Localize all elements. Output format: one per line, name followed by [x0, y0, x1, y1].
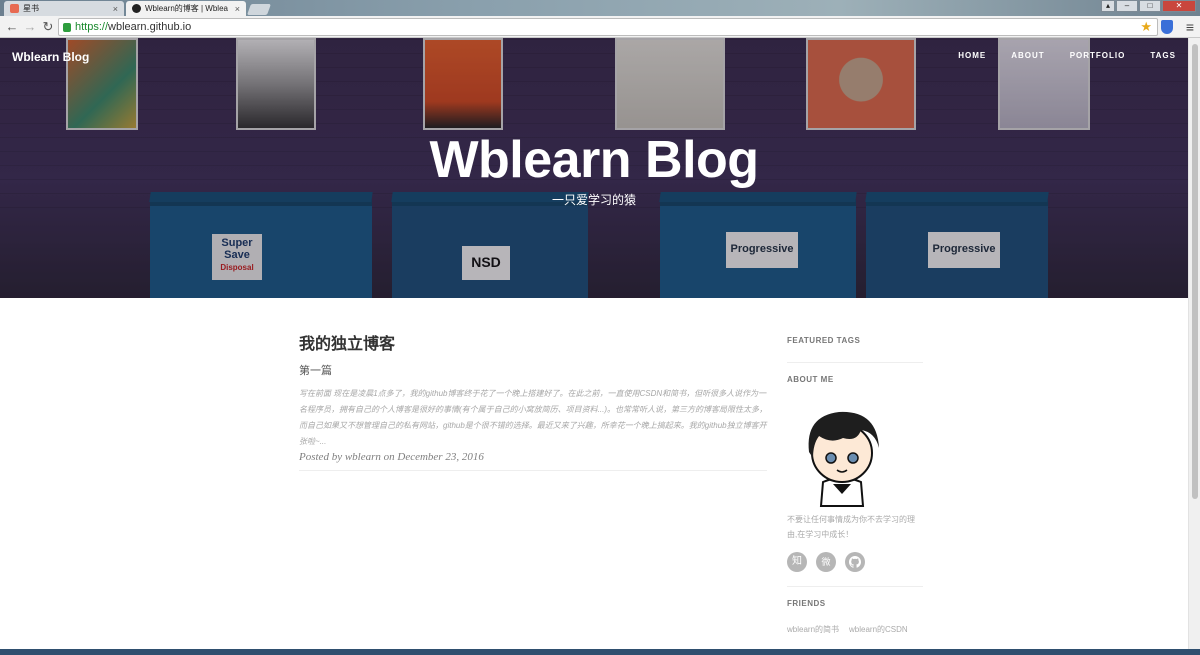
about-text: 不要让任何事情成为你不去学习的理由,在学习中成长！: [787, 515, 915, 539]
hero-subtitle: 一只爱学习的猿: [551, 193, 636, 207]
os-taskbar: [0, 649, 1200, 655]
browser-tab-strip: 星书 × Wblearn的博客 | Wblea × ▴ – □ ✕: [0, 0, 1200, 16]
extension-shield-icon[interactable]: [1161, 20, 1173, 34]
url-text: https://wblearn.github.io: [75, 21, 192, 33]
page-viewport: Super Save Disposal NSD Progressive Progre…: [0, 38, 1188, 649]
avatar: [787, 398, 897, 508]
post-excerpt[interactable]: 写在前面 现在是凌晨1点多了，我的github博客终于花了一个晚上搭建好了。在此…: [299, 386, 767, 450]
jianshu-favicon-icon: [10, 4, 19, 13]
nav-about[interactable]: ABOUT: [1011, 51, 1044, 60]
post-meta: Posted by wblearn on December 23, 2016: [299, 451, 484, 463]
close-icon[interactable]: ×: [235, 4, 240, 14]
nav-tags[interactable]: TAGS: [1150, 51, 1176, 60]
social-links: 知 微: [787, 552, 923, 572]
friends-links: wblearn的简书 wblearn的CSDN: [787, 624, 923, 635]
scrollbar-thumb[interactable]: [1192, 44, 1198, 499]
close-window-button[interactable]: ✕: [1162, 0, 1196, 12]
post-divider: [299, 470, 767, 471]
maximize-button[interactable]: □: [1139, 0, 1161, 12]
github-icon[interactable]: [845, 552, 865, 572]
sidebar: FEATURED TAGS ABOUT ME 不要让任何事情成为你不去学习的理由…: [787, 336, 923, 635]
friend-link[interactable]: wblearn的CSDN: [849, 624, 908, 635]
avatar-illustration: [808, 411, 879, 507]
github-favicon-icon: [132, 4, 141, 13]
browser-menu-icon[interactable]: ≡: [1186, 19, 1194, 35]
site-brand[interactable]: Wblearn Blog: [12, 50, 89, 64]
hero-banner: Super Save Disposal NSD Progressive Progre…: [0, 38, 1188, 298]
new-tab-button[interactable]: [246, 4, 272, 15]
friends-heading: FRIENDS: [787, 599, 826, 608]
post-subtitle[interactable]: 第一篇: [299, 362, 767, 378]
github-glyph: [849, 556, 861, 568]
address-bar[interactable]: https://wblearn.github.io: [58, 18, 1158, 36]
reload-icon[interactable]: ↻: [40, 19, 56, 35]
bookmark-star-icon[interactable]: ★: [1140, 19, 1152, 35]
secure-lock-icon: [63, 22, 71, 32]
weibo-icon[interactable]: 微: [816, 552, 836, 572]
browser-tab-active[interactable]: Wblearn的博客 | Wblea ×: [126, 1, 246, 16]
sidebar-divider: [787, 362, 923, 363]
post-preview[interactable]: 我的独立博客 第一篇 写在前面 现在是凌晨1点多了，我的github博客终于花了…: [299, 330, 767, 463]
back-arrow-icon[interactable]: ←: [4, 19, 20, 35]
featured-tags-heading: FEATURED TAGS: [787, 336, 861, 345]
about-me-heading: ABOUT ME: [787, 375, 834, 384]
nav-portfolio[interactable]: PORTFOLIO: [1070, 51, 1126, 60]
browser-toolbar: ← → ↻ https://wblearn.github.io ★ ≡: [0, 16, 1200, 38]
tab-label: Wblearn的博客 | Wblea: [145, 4, 228, 13]
minimize-button[interactable]: –: [1116, 0, 1138, 12]
post-title[interactable]: 我的独立博客: [299, 330, 767, 354]
sidebar-divider: [787, 586, 923, 587]
user-icon[interactable]: ▴: [1101, 0, 1115, 12]
friend-link[interactable]: wblearn的简书: [787, 624, 839, 635]
window-controls: ▴ – □ ✕: [1101, 0, 1196, 13]
hero-title: Wblearn Blog: [429, 131, 759, 189]
top-nav: HOME ABOUT PORTFOLIO TAGS: [958, 51, 1176, 60]
forward-arrow-icon[interactable]: →: [22, 19, 38, 35]
page-scrollbar[interactable]: [1188, 38, 1200, 649]
nav-home[interactable]: HOME: [958, 51, 986, 60]
browser-tab[interactable]: 星书 ×: [4, 1, 124, 16]
zhihu-icon[interactable]: 知: [787, 552, 807, 572]
close-icon[interactable]: ×: [113, 4, 118, 14]
tab-label: 星书: [23, 4, 39, 13]
